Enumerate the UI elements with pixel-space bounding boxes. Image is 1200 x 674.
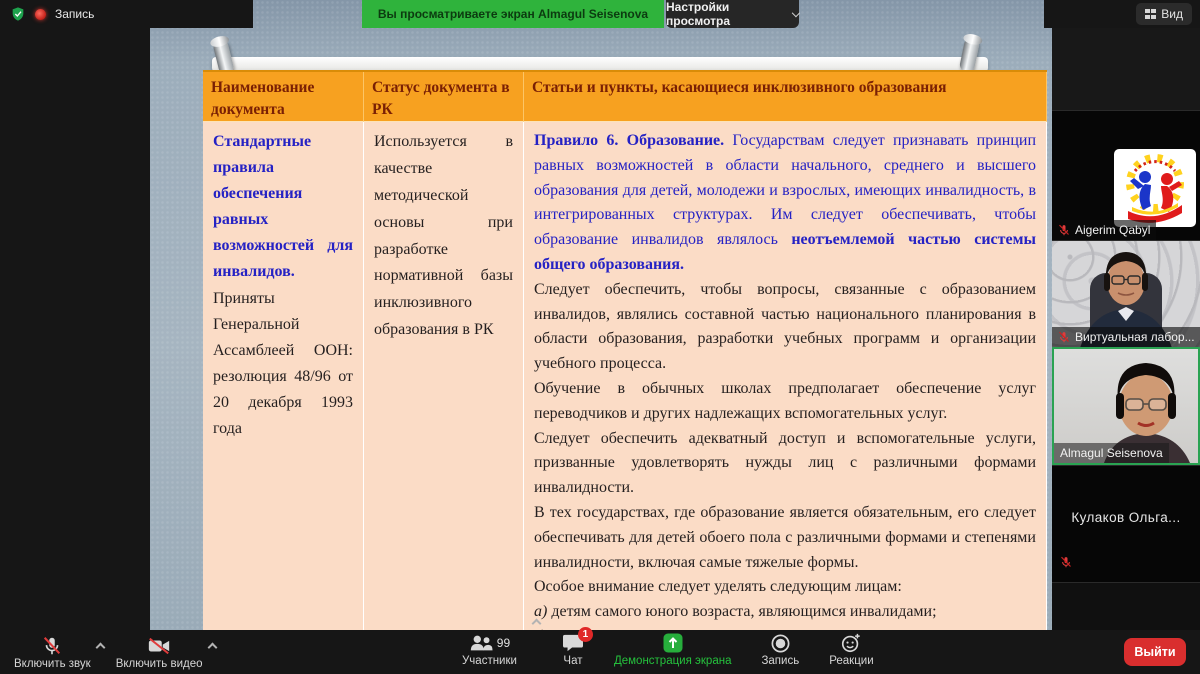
start-video-label: Включить видео [116, 658, 203, 670]
share-screen-icon [662, 632, 684, 654]
participant-name-strip: Almagul Seisenova [1054, 443, 1169, 463]
paragraph: Следует обеспечить адекватный доступ и в… [534, 427, 1036, 501]
table-header-articles: Статьи и пункты, касающиеся инклюзивного… [524, 72, 1047, 122]
document-adoption-info: Приняты Генеральной Ассамблеей ООН: резо… [213, 286, 353, 441]
participant-name: Кулаков Ольга... [1052, 510, 1200, 525]
list-item: а) детям самого юного возраста, являющим… [534, 600, 1036, 625]
mic-muted-icon [41, 635, 63, 657]
shared-screen-slide: Наименование документа Статус документа … [150, 0, 1052, 630]
status-text: Используется в качестве методической осн… [374, 133, 513, 338]
cell-articles: Правило 6. Образование. Государствам сле… [524, 122, 1047, 630]
share-screen-label: Демонстрация экрана [614, 655, 732, 667]
participants-icon [469, 633, 493, 653]
paragraph: Особое внимание следует уделять следующи… [534, 575, 1036, 600]
view-label: Вид [1161, 7, 1183, 21]
unmute-label: Включить звук [14, 658, 91, 670]
start-video-button[interactable]: Включить видео [106, 633, 213, 672]
cell-document-status: Используется в качестве методической осн… [364, 122, 524, 630]
viewing-screen-banner: Вы просматриваете экран Almagul Seisenov… [362, 0, 664, 28]
reactions-smiley-icon [840, 632, 862, 654]
view-settings-label: Настройки просмотра [666, 0, 787, 28]
share-screen-button[interactable]: Демонстрация экрана [604, 630, 742, 669]
grid-view-icon [1145, 9, 1157, 19]
chat-badge: 1 [578, 627, 593, 642]
record-label: Запись [761, 655, 799, 667]
record-dot-icon [35, 9, 46, 20]
leave-meeting-button[interactable]: Выйти [1124, 638, 1186, 666]
participant-name-strip: Aigerim Qabyl [1052, 220, 1156, 240]
unmute-button[interactable]: Включить звук [4, 633, 101, 672]
document-title: Стандартные правила обеспечения равных в… [213, 129, 353, 284]
documents-table: Наименование документа Статус документа … [203, 70, 1047, 630]
view-button[interactable]: Вид [1136, 3, 1192, 25]
chat-label: Чат [563, 655, 582, 667]
record-button[interactable]: Запись [751, 630, 809, 669]
participants-count: 99 [497, 636, 510, 650]
participants-label: Участники [462, 655, 517, 667]
participant-name: Виртуальная лабор... [1075, 330, 1195, 344]
mic-muted-icon [1060, 556, 1072, 568]
meeting-toolbar: Включить звук Включить видео [0, 630, 1200, 674]
participant-tile-partial[interactable] [1052, 582, 1200, 630]
shield-check-icon[interactable] [10, 6, 26, 22]
participants-button[interactable]: 99 Участники [452, 630, 527, 669]
mic-muted-icon [1058, 224, 1070, 236]
camera-muted-icon [147, 635, 171, 657]
participant-logo-avatar [1114, 149, 1196, 227]
rule-6-paragraph: Правило 6. Образование. Государствам сле… [534, 129, 1036, 278]
top-left-bar: Запись [0, 0, 253, 28]
participant-name: Almagul Seisenova [1060, 446, 1163, 460]
chat-button[interactable]: 1 Чат [552, 630, 594, 669]
participants-sidebar: Aigerim Qabyl В [1052, 28, 1200, 630]
participant-name: Aigerim Qabyl [1075, 223, 1150, 237]
cell-document-name: Стандартные правила обеспечения равных в… [203, 122, 364, 630]
record-circle-icon [770, 633, 791, 654]
table-header-status: Статус документа в РК [364, 72, 524, 122]
participant-tile[interactable]: Aigerim Qabyl [1052, 110, 1200, 240]
paragraph: Следует обеспечить, чтобы вопросы, связа… [534, 278, 1036, 377]
top-right-bar: Вид [1044, 0, 1200, 28]
recording-indicator-label: Запись [55, 7, 94, 21]
view-settings-button[interactable]: Настройки просмотра [666, 0, 799, 28]
left-empty-panel [0, 28, 150, 630]
participant-tile-active-speaker[interactable]: Almagul Seisenova [1052, 347, 1200, 465]
participant-name-strip: Виртуальная лабор... [1052, 327, 1200, 347]
table-header-document-name: Наименование документа [203, 72, 364, 122]
mic-muted-icon [1058, 331, 1070, 343]
participant-tile[interactable]: Кулаков Ольга... [1052, 465, 1200, 582]
reactions-button[interactable]: Реакции [819, 630, 883, 669]
reactions-label: Реакции [829, 655, 873, 667]
paragraph: В тех государствах, где образование явля… [534, 501, 1036, 575]
participant-tile[interactable]: Виртуальная лабор... [1052, 240, 1200, 347]
paragraph: Обучение в обычных школах предполагает о… [534, 377, 1036, 427]
